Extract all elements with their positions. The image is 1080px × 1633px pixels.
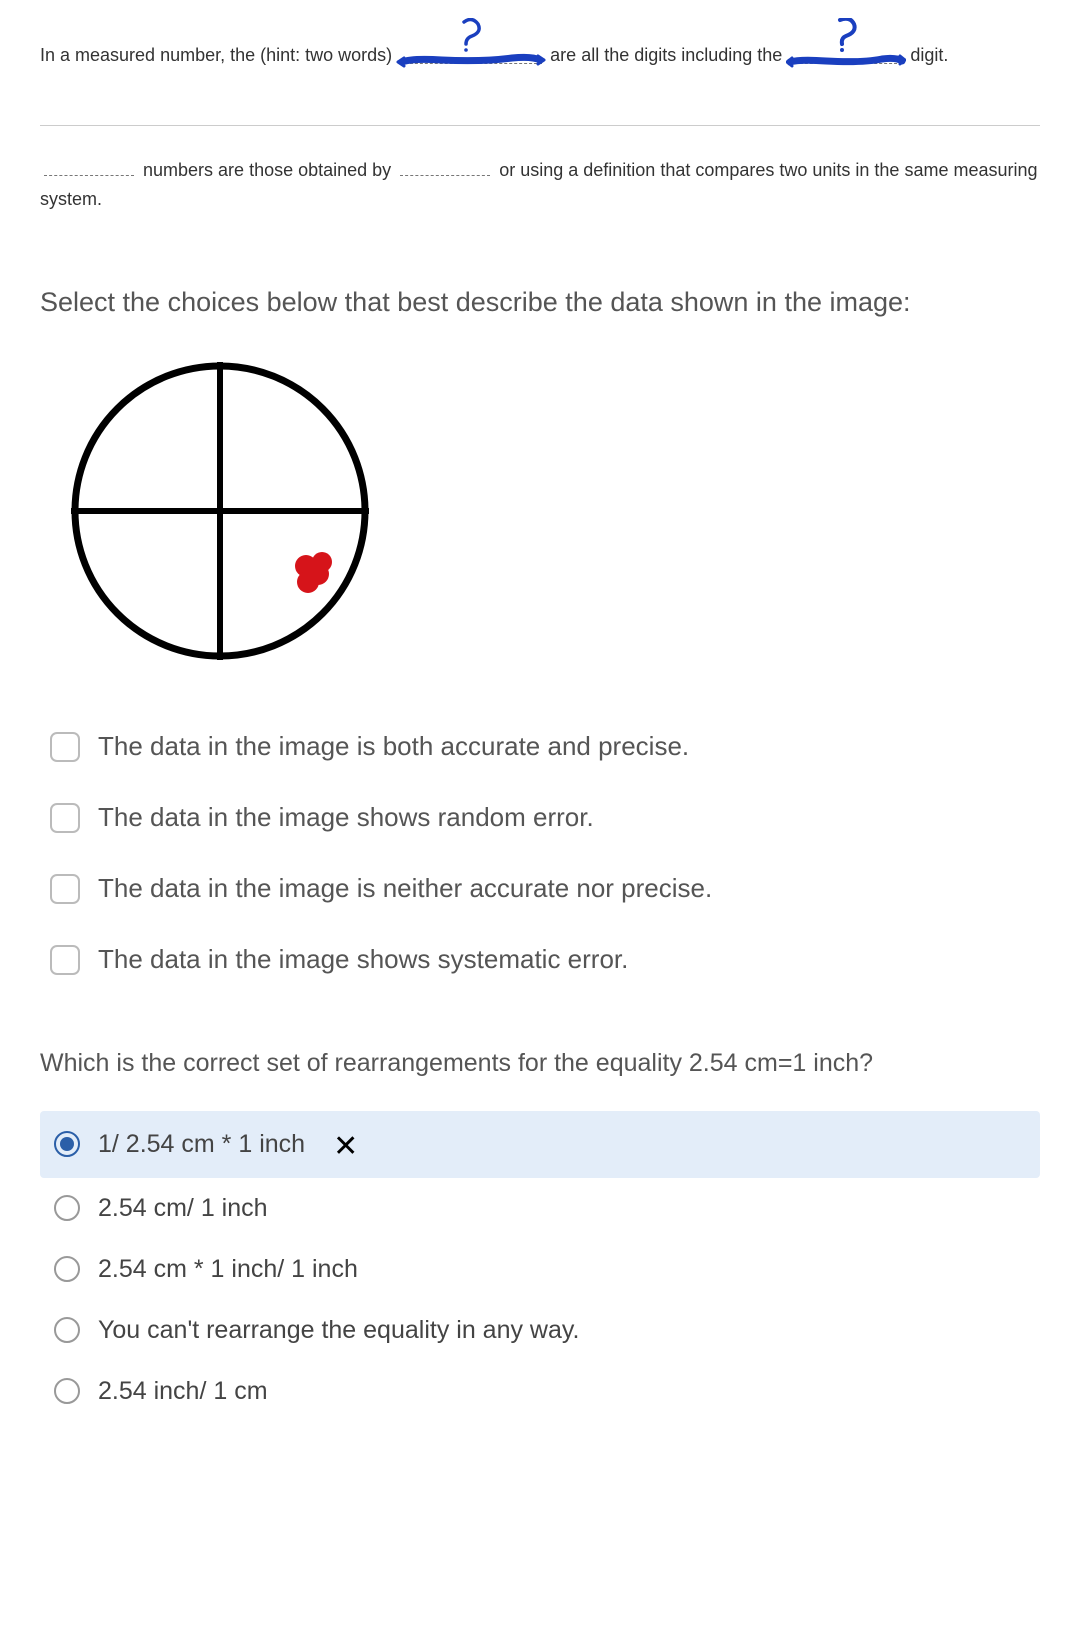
- target-diagram: [60, 356, 1040, 671]
- question-mark-scribble-icon: [786, 18, 906, 76]
- wrong-mark-icon: ✕: [333, 1129, 358, 1164]
- radio-option[interactable]: You can't rearrange the equality in any …: [40, 1300, 1040, 1361]
- checkbox-icon[interactable]: [50, 945, 80, 975]
- checkbox-icon[interactable]: [50, 874, 80, 904]
- divider: [40, 125, 1040, 126]
- fill-blank-question-2: numbers are those obtained by or using a…: [40, 156, 1040, 214]
- option-label: 2.54 cm/ 1 inch: [98, 1194, 268, 1223]
- checkbox-option[interactable]: The data in the image shows systematic e…: [40, 944, 1040, 975]
- q4-prompt: Which is the correct set of rearrangemen…: [40, 1045, 1040, 1083]
- checkbox-option[interactable]: The data in the image is neither accurat…: [40, 873, 1040, 904]
- q1-text-part2: are all the digits including the: [550, 41, 782, 70]
- checkbox-icon[interactable]: [50, 803, 80, 833]
- radio-option[interactable]: 2.54 cm * 1 inch/ 1 inch: [40, 1239, 1040, 1300]
- question-mark-scribble-icon: [396, 18, 546, 76]
- option-label: You can't rearrange the equality in any …: [98, 1316, 579, 1345]
- option-label: 2.54 cm * 1 inch/ 1 inch: [98, 1255, 358, 1284]
- blank-input-2[interactable]: [400, 158, 490, 176]
- radio-icon[interactable]: [54, 1256, 80, 1282]
- blank-scribble-2[interactable]: [786, 30, 906, 70]
- option-label: The data in the image shows systematic e…: [98, 944, 628, 975]
- radio-filled-icon[interactable]: [54, 1131, 80, 1157]
- checkbox-icon[interactable]: [50, 732, 80, 762]
- option-label: The data in the image shows random error…: [98, 802, 594, 833]
- fill-blank-question-1: In a measured number, the (hint: two wor…: [40, 30, 1040, 70]
- crosshair-target-icon: [60, 356, 380, 666]
- q2-text-part1: numbers are those obtained by: [143, 160, 391, 180]
- blank-scribble-1[interactable]: [396, 30, 546, 70]
- q1-text-part3: digit.: [910, 41, 948, 70]
- q3-prompt: Select the choices below that best descr…: [40, 284, 1040, 322]
- radio-icon[interactable]: [54, 1378, 80, 1404]
- checkbox-option[interactable]: The data in the image shows random error…: [40, 802, 1040, 833]
- radio-icon[interactable]: [54, 1317, 80, 1343]
- q4-options: 1/ 2.54 cm * 1 inch ✕ 2.54 cm/ 1 inch 2.…: [40, 1111, 1040, 1422]
- q3-options: The data in the image is both accurate a…: [40, 731, 1040, 975]
- radio-option[interactable]: 2.54 inch/ 1 cm: [40, 1361, 1040, 1422]
- q1-text-part1: In a measured number, the (hint: two wor…: [40, 41, 392, 70]
- radio-option-selected[interactable]: 1/ 2.54 cm * 1 inch ✕: [40, 1111, 1040, 1178]
- option-label: 2.54 inch/ 1 cm: [98, 1377, 268, 1406]
- blank-input-1[interactable]: [44, 158, 134, 176]
- checkbox-option[interactable]: The data in the image is both accurate a…: [40, 731, 1040, 762]
- option-label: The data in the image is both accurate a…: [98, 731, 689, 762]
- option-label: The data in the image is neither accurat…: [98, 873, 712, 904]
- radio-icon[interactable]: [54, 1195, 80, 1221]
- radio-option[interactable]: 2.54 cm/ 1 inch: [40, 1178, 1040, 1239]
- option-label: 1/ 2.54 cm * 1 inch: [98, 1130, 305, 1159]
